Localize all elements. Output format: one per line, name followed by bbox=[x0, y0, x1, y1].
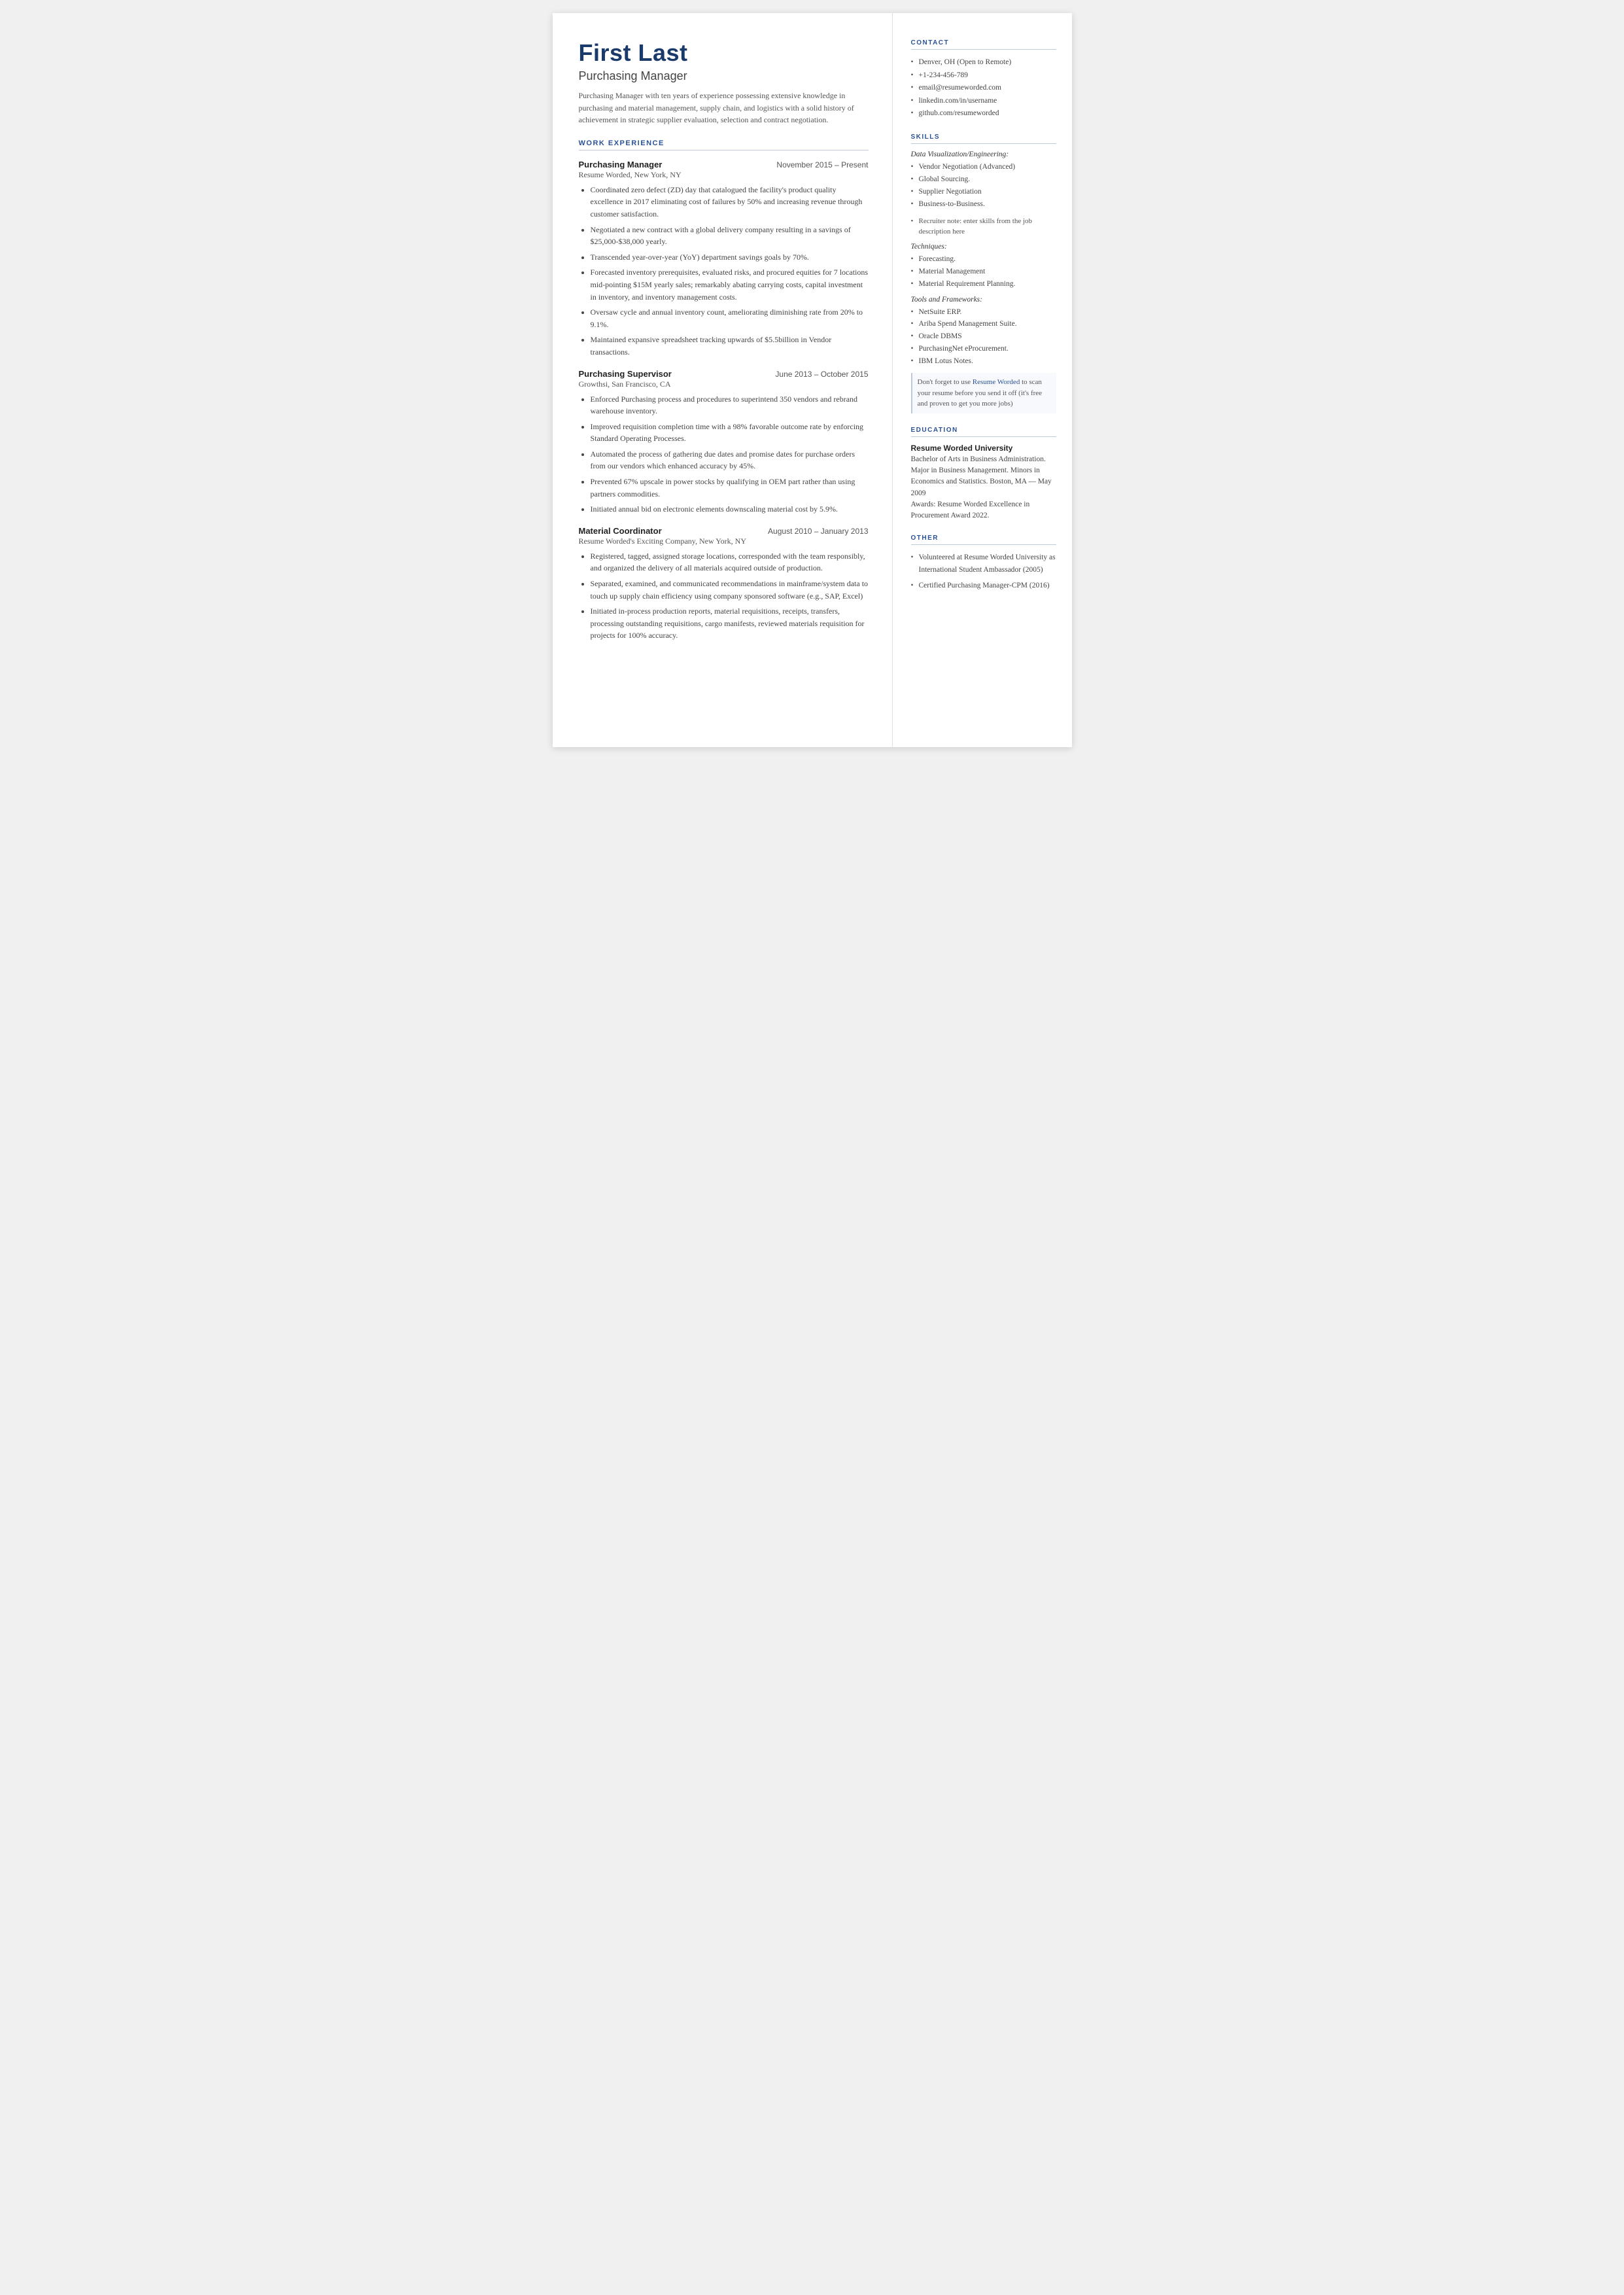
right-column: CONTACT Denver, OH (Open to Remote) +1-2… bbox=[893, 13, 1072, 747]
resume-page: First Last Purchasing Manager Purchasing… bbox=[553, 13, 1072, 747]
skills-category-3: Tools and Frameworks: bbox=[911, 296, 1056, 304]
skill-1-1: Vendor Negotiation (Advanced) bbox=[911, 161, 1056, 173]
job-dates-3: August 2010 – January 2013 bbox=[768, 527, 868, 536]
skills-section-header: SKILLS bbox=[911, 133, 1056, 144]
job-company-1: Resume Worded, New York, NY bbox=[579, 170, 869, 180]
bullet-1-2: Negotiated a new contract with a global … bbox=[591, 224, 869, 248]
skill-1-4: Business-to-Business. bbox=[911, 198, 1056, 211]
skills-list-1: Vendor Negotiation (Advanced) Global Sou… bbox=[911, 161, 1056, 211]
contact-section: CONTACT Denver, OH (Open to Remote) +1-2… bbox=[911, 39, 1056, 120]
candidate-title: Purchasing Manager bbox=[579, 69, 869, 83]
skill-3-5: IBM Lotus Notes. bbox=[911, 355, 1056, 368]
skill-2-3: Material Requirement Planning. bbox=[911, 278, 1056, 290]
bullet-3-1: Registered, tagged, assigned storage loc… bbox=[591, 550, 869, 574]
job-bullets-1: Coordinated zero defect (ZD) day that ca… bbox=[579, 184, 869, 359]
job-company-2: Growthsi, San Francisco, CA bbox=[579, 379, 869, 389]
edu-details: Major in Business Management. Minors in … bbox=[911, 466, 1052, 497]
job-dates-2: June 2013 – October 2015 bbox=[775, 370, 868, 379]
skill-2-1: Forecasting. bbox=[911, 253, 1056, 266]
edu-awards: Awards: Resume Worded Excellence in Proc… bbox=[911, 500, 1030, 519]
bullet-1-1: Coordinated zero defect (ZD) day that ca… bbox=[591, 184, 869, 220]
skill-3-3: Oracle DBMS bbox=[911, 330, 1056, 343]
other-item-1: Volunteered at Resume Worded University … bbox=[911, 552, 1056, 576]
bullet-3-2: Separated, examined, and communicated re… bbox=[591, 578, 869, 602]
scan-note: Don't forget to use Resume Worded to sca… bbox=[911, 373, 1056, 413]
skill-1-2: Global Sourcing. bbox=[911, 173, 1056, 186]
skills-list-3: NetSuite ERP. Ariba Spend Management Sui… bbox=[911, 306, 1056, 368]
other-section: OTHER Volunteered at Resume Worded Unive… bbox=[911, 534, 1056, 591]
edu-school: Resume Worded University bbox=[911, 444, 1056, 453]
education-section-header: EDUCATION bbox=[911, 427, 1056, 437]
bullet-2-5: Initiated annual bid on electronic eleme… bbox=[591, 503, 869, 516]
contact-item-5: github.com/resumeworded bbox=[911, 107, 1056, 120]
bullet-3-3: Initiated in-process production reports,… bbox=[591, 605, 869, 642]
education-section: EDUCATION Resume Worded University Bache… bbox=[911, 427, 1056, 522]
contact-item-1: Denver, OH (Open to Remote) bbox=[911, 56, 1056, 69]
job-title-3: Material Coordinator bbox=[579, 526, 662, 536]
job-header-2: Purchasing Supervisor June 2013 – Octobe… bbox=[579, 369, 869, 379]
contact-item-4: linkedin.com/in/username bbox=[911, 95, 1056, 108]
recruiter-note: Recruiter note: enter skills from the jo… bbox=[911, 216, 1056, 237]
contact-list: Denver, OH (Open to Remote) +1-234-456-7… bbox=[911, 56, 1056, 120]
bullet-2-4: Prevented 67% upscale in power stocks by… bbox=[591, 476, 869, 500]
edu-degree: Bachelor of Arts in Business Administrat… bbox=[911, 454, 1056, 522]
scan-note-text: Don't forget to use Resume Worded to sca… bbox=[918, 378, 1043, 408]
skills-category-1: Data Visualization/Engineering: bbox=[911, 150, 1056, 158]
job-block-1: Purchasing Manager November 2015 – Prese… bbox=[579, 160, 869, 359]
skill-3-4: PurchasingNet eProcurement. bbox=[911, 343, 1056, 355]
other-section-header: OTHER bbox=[911, 534, 1056, 545]
job-header-1: Purchasing Manager November 2015 – Prese… bbox=[579, 160, 869, 169]
contact-section-header: CONTACT bbox=[911, 39, 1056, 50]
left-column: First Last Purchasing Manager Purchasing… bbox=[553, 13, 893, 747]
job-bullets-2: Enforced Purchasing process and procedur… bbox=[579, 393, 869, 516]
bullet-2-3: Automated the process of gathering due d… bbox=[591, 448, 869, 472]
skills-category-2: Techniques: bbox=[911, 243, 1056, 251]
bullet-1-6: Maintained expansive spreadsheet trackin… bbox=[591, 334, 869, 358]
contact-item-2: +1-234-456-789 bbox=[911, 69, 1056, 82]
job-block-2: Purchasing Supervisor June 2013 – Octobe… bbox=[579, 369, 869, 516]
job-block-3: Material Coordinator August 2010 – Janua… bbox=[579, 526, 869, 642]
skill-3-2: Ariba Spend Management Suite. bbox=[911, 318, 1056, 330]
job-bullets-3: Registered, tagged, assigned storage loc… bbox=[579, 550, 869, 642]
candidate-name: First Last bbox=[579, 39, 869, 67]
edu-degree-text: Bachelor of Arts in Business Administrat… bbox=[911, 455, 1046, 463]
job-company-3: Resume Worded's Exciting Company, New Yo… bbox=[579, 536, 869, 546]
skill-2-2: Material Management bbox=[911, 266, 1056, 278]
bullet-2-2: Improved requisition completion time wit… bbox=[591, 421, 869, 445]
job-title-1: Purchasing Manager bbox=[579, 160, 663, 169]
job-dates-1: November 2015 – Present bbox=[776, 160, 868, 169]
bullet-1-5: Oversaw cycle and annual inventory count… bbox=[591, 306, 869, 330]
job-title-2: Purchasing Supervisor bbox=[579, 369, 672, 379]
skill-1-3: Supplier Negotiation bbox=[911, 186, 1056, 198]
bullet-2-1: Enforced Purchasing process and procedur… bbox=[591, 393, 869, 417]
other-list: Volunteered at Resume Worded University … bbox=[911, 552, 1056, 591]
skill-3-1: NetSuite ERP. bbox=[911, 306, 1056, 319]
skills-list-2: Forecasting. Material Management Materia… bbox=[911, 253, 1056, 290]
skills-section: SKILLS Data Visualization/Engineering: V… bbox=[911, 133, 1056, 413]
work-experience-section-header: WORK EXPERIENCE bbox=[579, 139, 869, 150]
bullet-1-3: Transcended year-over-year (YoY) departm… bbox=[591, 251, 869, 264]
professional-summary: Purchasing Manager with ten years of exp… bbox=[579, 90, 869, 126]
job-header-3: Material Coordinator August 2010 – Janua… bbox=[579, 526, 869, 536]
bullet-1-4: Forecasted inventory prerequisites, eval… bbox=[591, 266, 869, 303]
contact-item-3: email@resumeworded.com bbox=[911, 82, 1056, 95]
other-item-2: Certified Purchasing Manager-CPM (2016) bbox=[911, 580, 1056, 591]
name-title-block: First Last Purchasing Manager Purchasing… bbox=[579, 39, 869, 126]
resume-worded-link[interactable]: Resume Worded bbox=[973, 378, 1020, 386]
